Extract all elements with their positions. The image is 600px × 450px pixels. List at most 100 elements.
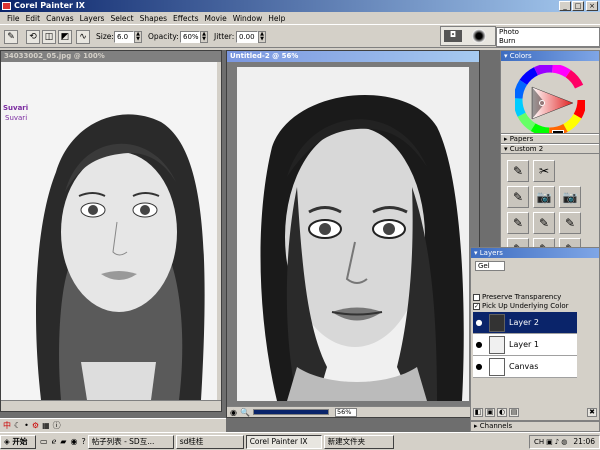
channels-panel-header[interactable]: ▸ Channels (471, 422, 599, 431)
layer-thumbnail (489, 313, 505, 332)
layers-panel-header[interactable]: ▾ Layers (471, 248, 599, 258)
reference-hscroll[interactable] (1, 400, 221, 410)
mask-icon[interactable]: ◐ (497, 408, 507, 417)
task-forum[interactable]: 帖子列表 - SD互... (87, 434, 174, 449)
layer-name: Layer 1 (509, 340, 539, 349)
new-layer-icon[interactable]: ▣ (485, 408, 495, 417)
folder-icon[interactable]: ▰ (60, 437, 66, 446)
visibility-eye-icon[interactable]: ● (473, 318, 485, 327)
custom-tool-5-icon[interactable]: 📷 (559, 186, 581, 208)
opacity-field[interactable]: 60% (180, 31, 200, 43)
tray-shield-icon[interactable]: ▣ (546, 438, 553, 446)
opacity-stepper[interactable]: ▲ ▼ (200, 31, 208, 43)
custom-tool-2-icon[interactable]: ✂ (533, 160, 555, 182)
minimize-button[interactable]: _ (559, 1, 571, 11)
gear-icon[interactable]: ⚙ (32, 421, 39, 430)
task-sd-label: sd桂桂 (179, 436, 204, 446)
task-painter[interactable]: Corel Painter IX (245, 434, 322, 449)
stroke-icon[interactable]: ∿ (76, 30, 90, 44)
custom-tool-6-icon[interactable]: ✎ (507, 212, 529, 234)
menu-select[interactable]: Select (107, 14, 136, 23)
preserve-transparency-checkbox[interactable] (473, 293, 480, 301)
start-label: 开始 (12, 436, 28, 446)
brush-selector[interactable]: ◘ (440, 26, 496, 46)
media-icon[interactable]: ◉ (70, 437, 77, 446)
menu-window[interactable]: Window (230, 14, 266, 23)
ie-icon[interactable]: ℯ (52, 437, 57, 446)
custom-tool-7-icon[interactable]: ✎ (533, 212, 555, 234)
custom-tool-4-icon[interactable]: 📷 (533, 186, 555, 208)
tray-volume-icon[interactable]: ♪ (555, 438, 559, 446)
custom-tool-1-icon[interactable]: ✎ (507, 160, 529, 182)
jitter-field[interactable]: 0.00 (236, 31, 258, 43)
task-new-folder[interactable]: 新建文件夹 (323, 434, 394, 449)
trash-icon[interactable]: ✖ (587, 408, 597, 417)
menu-file[interactable]: File (4, 14, 23, 23)
menu-edit[interactable]: Edit (23, 14, 44, 23)
zoom-icon[interactable]: 🔍 (240, 408, 250, 417)
pickup-color-checkbox[interactable]: ✓ (473, 302, 480, 310)
menu-movie[interactable]: Movie (202, 14, 230, 23)
navigator-icon[interactable]: ◉ (230, 408, 237, 417)
watermark-2: Suvari (5, 114, 28, 122)
papers-panel-title: Papers (509, 135, 534, 143)
canvas-area[interactable] (227, 62, 479, 406)
zoom-slider[interactable] (252, 409, 329, 415)
reset-tool-icon[interactable]: ⟲ (26, 30, 40, 44)
custom-variant-grid: ✎ ✂ ✎ 📷 📷 ✎ ✎ ✎ ✎ ✎ ✎ (507, 160, 597, 260)
menu-shapes[interactable]: Shapes (137, 14, 170, 23)
moon-icon[interactable]: ☾ (14, 421, 21, 430)
subcategory-icon[interactable]: ◩ (58, 30, 72, 44)
color-wheel[interactable] (515, 65, 585, 135)
painting-canvas[interactable] (237, 67, 469, 401)
task-sd[interactable]: sd桂桂 (175, 434, 244, 449)
tray-cn-icon[interactable]: CH (534, 438, 544, 446)
tray-network-icon[interactable]: ◍ (561, 438, 567, 446)
size-field[interactable]: 6.0 (114, 31, 134, 43)
size-stepper[interactable]: ▲ ▼ (134, 31, 142, 43)
preserve-transparency-label: Preserve Transparency (482, 293, 562, 301)
close-button[interactable]: × (586, 1, 598, 11)
visibility-eye-icon[interactable]: ● (473, 340, 485, 349)
custom-tool-8-icon[interactable]: ✎ (559, 212, 581, 234)
jitter-stepper[interactable]: ▲ ▼ (258, 31, 266, 43)
menu-layers[interactable]: Layers (77, 14, 108, 23)
method-icon[interactable]: ◫ (42, 30, 56, 44)
ime-icon[interactable]: 中 (3, 420, 11, 431)
canvas-document-window: Untitled-2 @ 56% ◉ 🔍 56% (226, 50, 480, 418)
papers-panel-header[interactable]: ▸ Papers (501, 134, 599, 144)
maximize-button[interactable]: □ (572, 1, 584, 11)
brush-variant-list[interactable]: Photo Burn (496, 27, 600, 47)
layer-commands: ◧ ▣ ◐ ▤ ✖ (473, 408, 597, 418)
brush-tool-icon[interactable]: ✎ (4, 30, 18, 44)
visibility-eye-icon[interactable]: ● (473, 362, 485, 371)
layer-row[interactable]: ● Layer 2 (473, 312, 577, 334)
layer-row[interactable]: ● Layer 1 (473, 334, 577, 356)
start-button[interactable]: ◈ 开始 (0, 434, 36, 449)
colors-panel-header[interactable]: ▾ Colors (501, 51, 599, 61)
size-label: Size: (96, 32, 114, 41)
menu-help[interactable]: Help (265, 14, 288, 23)
custom-panel-stack: ▸ Papers ▾ Custom 2 ✎ ✂ ✎ 📷 📷 ✎ ✎ ✎ ✎ ✎ … (500, 133, 600, 263)
punct-icon[interactable]: • (24, 421, 29, 430)
menu-canvas[interactable]: Canvas (43, 14, 77, 23)
desktop-icon[interactable]: ▭ (40, 437, 48, 446)
layer-dynamic-icon[interactable]: ◧ (473, 408, 483, 417)
keyboard-icon[interactable]: ▦ (42, 421, 50, 430)
variant-burn[interactable]: Burn (497, 37, 599, 46)
custom-panel-header[interactable]: ▾ Custom 2 (501, 144, 599, 154)
info-icon[interactable]: ⓘ (53, 420, 61, 431)
composite-method-select[interactable]: Gel (475, 261, 505, 271)
help-icon[interactable]: ? (81, 437, 85, 446)
variant-photo[interactable]: Photo (497, 28, 599, 37)
custom-tool-3-icon[interactable]: ✎ (507, 186, 529, 208)
zoom-field[interactable]: 56% (334, 407, 357, 417)
app-icon (2, 2, 11, 10)
custom-panel-title: Custom 2 (509, 145, 544, 153)
lock-layer-icon[interactable]: ▤ (509, 408, 519, 417)
channels-panel[interactable]: ▸ Channels (470, 421, 600, 432)
layer-thumbnail (489, 335, 505, 354)
menu-effects[interactable]: Effects (170, 14, 202, 23)
preserve-transparency-row: Preserve Transparency (473, 293, 561, 301)
layer-row[interactable]: ● Canvas (473, 356, 577, 378)
